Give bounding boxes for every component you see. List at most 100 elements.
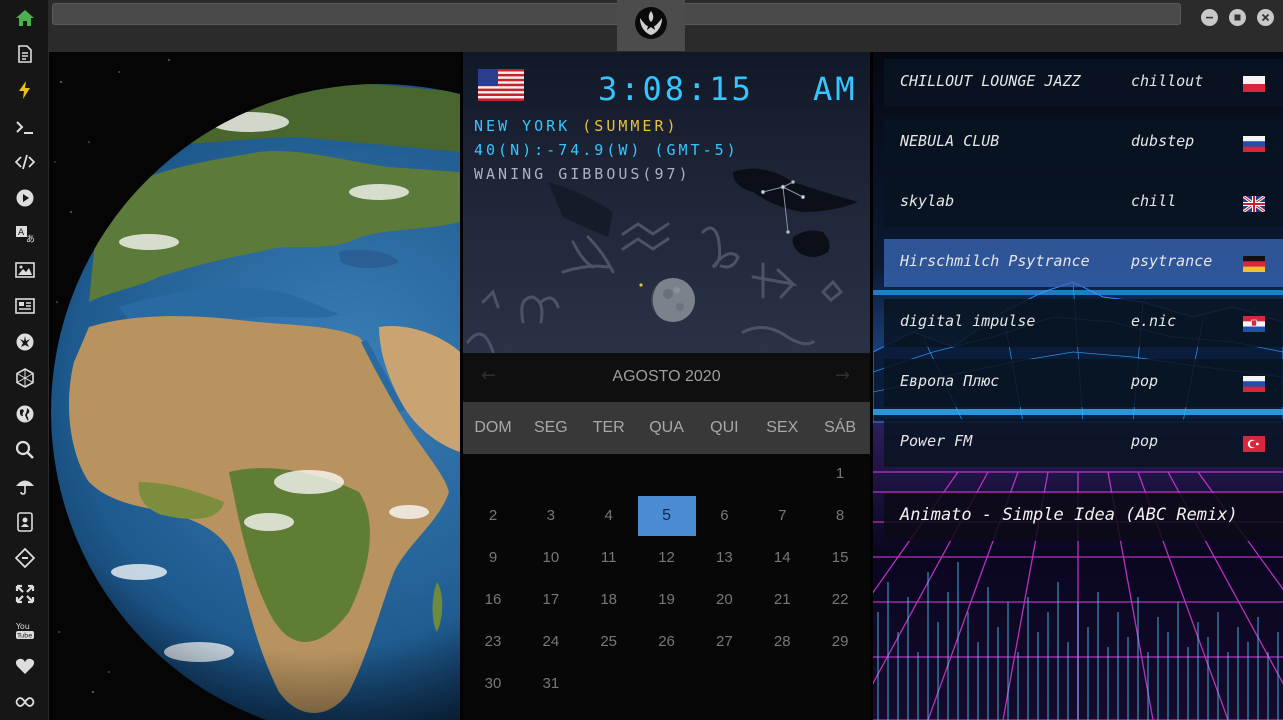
calendar-day[interactable]: 3: [522, 496, 580, 536]
station-name: skylab: [900, 192, 955, 210]
calendar-day[interactable]: 23: [464, 622, 522, 662]
calendar-day[interactable]: 31: [522, 664, 580, 704]
station-name: Hirschmilch Psytrance: [900, 252, 1090, 270]
calendar-day[interactable]: 17: [522, 580, 580, 620]
calendar-day[interactable]: 4: [580, 496, 638, 536]
station-row[interactable]: NEBULA CLUB dubstep: [884, 119, 1283, 167]
station-row[interactable]: Power FM pop: [884, 419, 1283, 467]
station-name: digital impulse: [900, 312, 1036, 330]
search-icon[interactable]: [12, 437, 38, 463]
sidebar: Aあ You Tube: [0, 0, 49, 720]
next-month-arrow-icon[interactable]: →: [835, 365, 850, 386]
station-genre: pop: [1131, 372, 1159, 390]
clock-ampm: AM: [813, 70, 858, 108]
calendar-day[interactable]: 11: [580, 538, 638, 578]
station-genre: pop: [1131, 432, 1159, 450]
station-row[interactable]: digital impulse e.nic: [884, 299, 1283, 347]
infinity-icon[interactable]: [12, 689, 38, 715]
now-playing-bar[interactable]: Animato - Simple Idea (ABC Remix): [884, 493, 1283, 541]
calendar-day[interactable]: 27: [695, 622, 753, 662]
weekday-label: QUI: [710, 419, 739, 436]
calendar-day[interactable]: 16: [464, 580, 522, 620]
now-playing-title: Animato - Simple Idea (ABC Remix): [900, 505, 1238, 525]
image-icon[interactable]: [12, 257, 38, 283]
station-genre: chill: [1131, 192, 1177, 210]
globe-icon[interactable]: [12, 401, 38, 427]
calendar-day[interactable]: 22: [811, 580, 869, 620]
station-row[interactable]: skylab chill: [884, 179, 1283, 227]
calendar-day[interactable]: 14: [753, 538, 811, 578]
moon-phase-line: WANING GIBBOUS(97): [474, 165, 691, 183]
calendar-day[interactable]: 20: [695, 580, 753, 620]
calendar-day[interactable]: 24: [522, 622, 580, 662]
station-row-active[interactable]: Hirschmilch Psytrance psytrance: [884, 239, 1283, 287]
weekday-label: TER: [592, 419, 625, 436]
ru-flag-icon: [1243, 136, 1265, 152]
tr-flag-icon: [1243, 436, 1265, 452]
calendar-day[interactable]: 12: [638, 538, 696, 578]
terminal-icon[interactable]: [12, 114, 38, 140]
play-icon[interactable]: [12, 185, 38, 211]
hr-flag-icon: [1243, 316, 1265, 332]
station-genre: chillout: [1131, 72, 1204, 90]
season-label: (SUMMER): [582, 117, 679, 135]
radio-panel: CHILLOUT LOUNGE JAZZ chillout NEBULA CLUB d…: [873, 52, 1283, 720]
youtube-icon[interactable]: You Tube: [12, 617, 38, 643]
lightning-icon[interactable]: [12, 77, 38, 103]
weekday-label: SÁB: [824, 419, 857, 436]
hexagon-icon[interactable]: [12, 365, 38, 391]
svg-text:You: You: [15, 622, 30, 631]
calendar-day[interactable]: 21: [753, 580, 811, 620]
news-icon[interactable]: [12, 293, 38, 319]
maximize-button[interactable]: [1229, 9, 1246, 26]
calendar-day-selected[interactable]: 5: [637, 496, 696, 536]
expand-icon[interactable]: [12, 581, 38, 607]
calendar-day[interactable]: 1: [811, 454, 869, 494]
calendar-day[interactable]: 25: [580, 622, 638, 662]
close-button[interactable]: [1257, 9, 1274, 26]
clock-panel: 3:08:15 AM NEW YORK (SUMMER) 40(N):-74.9…: [463, 52, 870, 353]
svg-text:あ: あ: [26, 234, 35, 244]
station-genre: e.nic: [1131, 312, 1177, 330]
weekday-label: SEX: [766, 419, 799, 436]
calendar-day[interactable]: 10: [522, 538, 580, 578]
calendar-day[interactable]: 29: [811, 622, 869, 662]
calendar-day[interactable]: 6: [695, 496, 753, 536]
calendar-day[interactable]: 15: [811, 538, 869, 578]
station-genre: psytrance: [1131, 252, 1213, 270]
calendar-day[interactable]: 8: [811, 496, 869, 536]
calendar-day[interactable]: 30: [464, 664, 522, 704]
weekday-label: SEG: [533, 419, 568, 436]
station-genre: dubstep: [1131, 132, 1195, 150]
calendar-day[interactable]: 13: [695, 538, 753, 578]
calendar-day[interactable]: 28: [753, 622, 811, 662]
earth-globe[interactable]: [49, 52, 460, 720]
code-icon[interactable]: [12, 149, 38, 175]
translate-icon[interactable]: Aあ: [12, 221, 38, 247]
calendar-day[interactable]: 2: [464, 496, 522, 536]
weekday-label: DOM: [474, 419, 512, 436]
calendar-day[interactable]: 18: [580, 580, 638, 620]
tag-icon[interactable]: [12, 545, 38, 571]
heart-icon[interactable]: [12, 653, 38, 679]
calendar-day[interactable]: 26: [638, 622, 696, 662]
rebel-alliance-icon: [635, 7, 667, 39]
calendar-day[interactable]: 19: [638, 580, 696, 620]
minimize-button[interactable]: [1201, 9, 1218, 26]
calendar-header: ← AGOSTO 2020 →: [463, 353, 870, 402]
globe-panel: [49, 52, 460, 720]
rebel-emblem-icon[interactable]: [12, 329, 38, 355]
station-row[interactable]: Европа Плюс pop: [884, 359, 1283, 407]
title-bar: [49, 0, 1283, 52]
contacts-icon[interactable]: [12, 509, 38, 535]
svg-text:A: A: [18, 228, 25, 238]
calendar-day[interactable]: 9: [464, 538, 522, 578]
station-row[interactable]: CHILLOUT LOUNGE JAZZ chillout: [884, 59, 1283, 107]
umbrella-icon[interactable]: [12, 473, 38, 499]
calendar-day[interactable]: 7: [753, 496, 811, 536]
document-icon[interactable]: [12, 41, 38, 67]
rebel-emblem-tab[interactable]: [617, 0, 685, 51]
home-icon[interactable]: [12, 5, 38, 31]
station-name: Power FM: [900, 432, 973, 450]
clock-time: 3:08:15: [598, 70, 754, 108]
